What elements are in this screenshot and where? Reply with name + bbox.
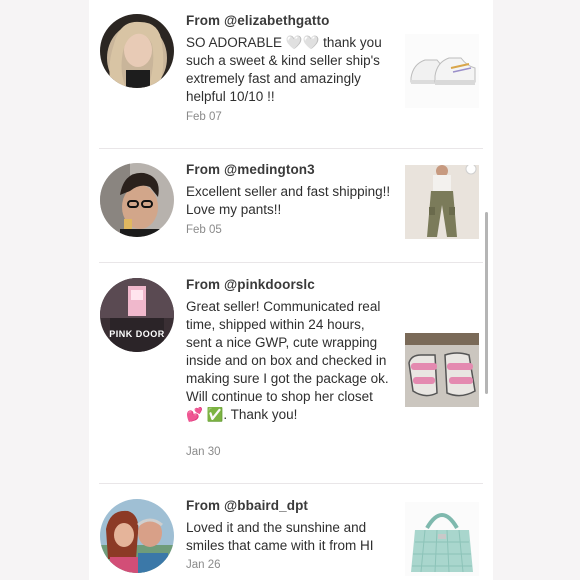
- avatar-medington3[interactable]: [100, 163, 174, 237]
- review-author[interactable]: From @medington3: [186, 162, 315, 177]
- product-thumbnail-sneakers[interactable]: [405, 34, 479, 108]
- review-date: Jan 26: [186, 559, 221, 571]
- review-date: Feb 05: [186, 224, 222, 236]
- review-text: SO ADORABLE 🤍🤍 thank you such a sweet & …: [186, 35, 382, 104]
- review-date: Jan 30: [186, 446, 221, 458]
- review-date: Feb 07: [186, 111, 222, 123]
- review-item: From @elizabethgatto SO ADORABLE 🤍🤍 than…: [89, 0, 493, 148]
- review-author[interactable]: From @pinkdoorslc: [186, 277, 315, 292]
- product-thumbnail-pants[interactable]: [405, 165, 479, 239]
- review-author[interactable]: From @elizabethgatto: [186, 13, 329, 28]
- review-text: Loved it and the sunshine and smiles tha…: [186, 520, 374, 553]
- review-author[interactable]: From @bbaird_dpt: [186, 498, 308, 513]
- product-thumbnail-sandals[interactable]: [405, 333, 479, 407]
- product-thumbnail-handbag[interactable]: [405, 502, 479, 576]
- avatar-logo-text: PINK DOOR: [109, 329, 165, 339]
- review-item: From @medington3 Excellent seller and fa…: [89, 149, 493, 262]
- review-item: From @bbaird_dpt Loved it and the sunshi…: [89, 484, 493, 580]
- avatar-pinkdoorslc[interactable]: PINK DOOR: [100, 278, 174, 352]
- review-item: PINK DOOR From @pinkdoorslc Great seller…: [89, 263, 493, 483]
- review-text: Great seller! Communicated real time, sh…: [186, 299, 389, 422]
- reviews-panel: From @elizabethgatto SO ADORABLE 🤍🤍 than…: [89, 0, 493, 580]
- avatar-elizabethgatto[interactable]: [100, 14, 174, 88]
- scrollbar[interactable]: [485, 212, 488, 394]
- avatar-bbaird-dpt[interactable]: [100, 499, 174, 573]
- review-text: Excellent seller and fast shipping!! Lov…: [186, 184, 391, 217]
